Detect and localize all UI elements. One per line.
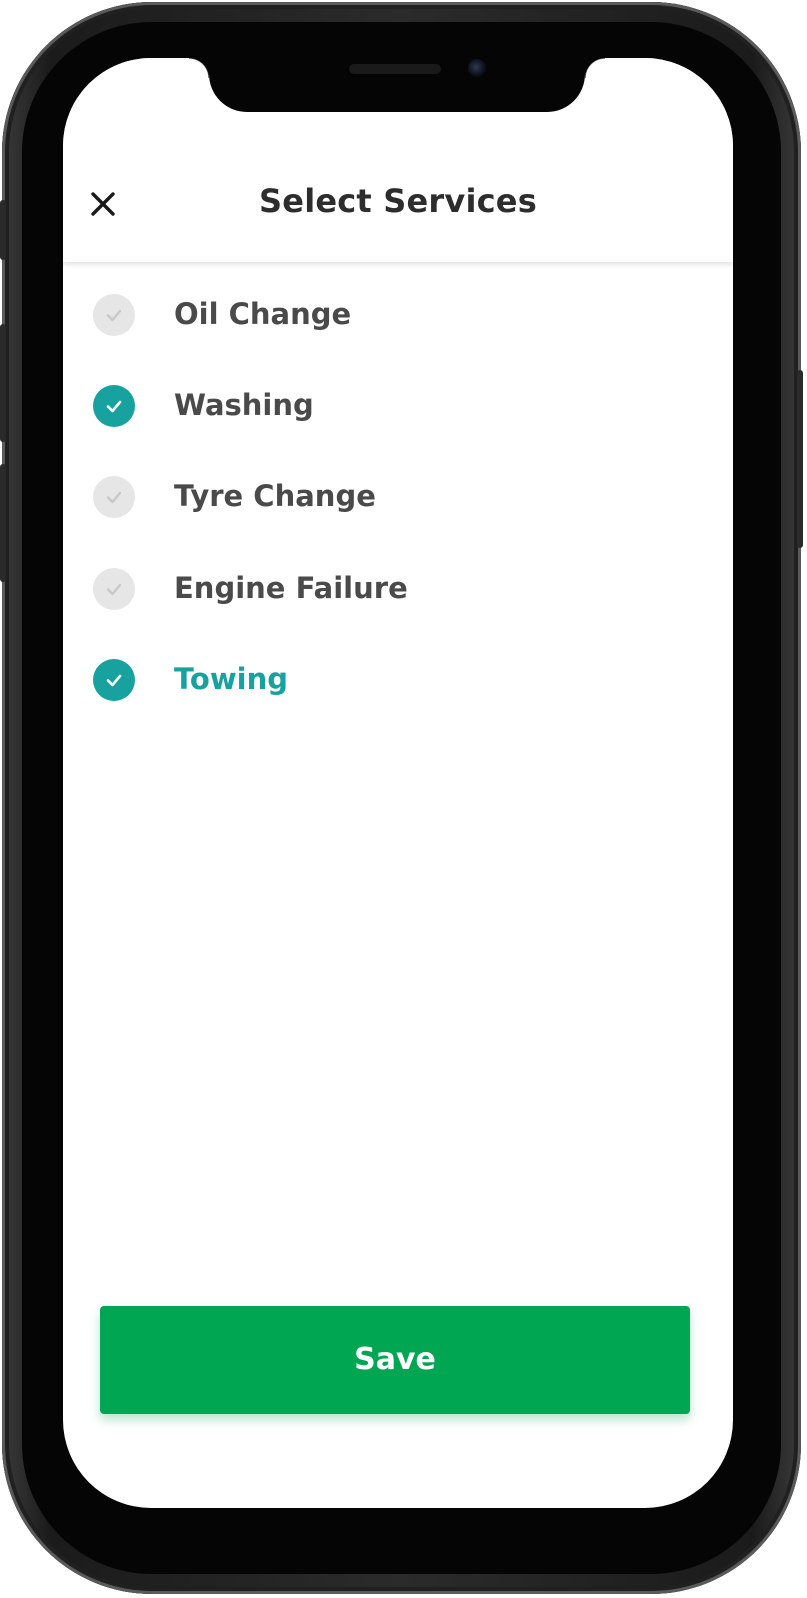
service-item-oil-change[interactable]: Oil Change [63, 284, 733, 344]
front-camera [468, 59, 486, 77]
checkmark-icon[interactable] [93, 659, 135, 701]
service-label: Engine Failure [174, 571, 408, 605]
save-button[interactable]: Save [100, 1306, 690, 1414]
service-label: Towing [174, 662, 288, 696]
service-label: Tyre Change [174, 479, 376, 513]
power-button [797, 370, 803, 548]
service-item-engine-failure[interactable]: Engine Failure [63, 558, 733, 618]
service-label: Oil Change [174, 297, 352, 331]
checkmark-icon[interactable] [93, 476, 135, 518]
checkmark-icon[interactable] [93, 385, 135, 427]
page-title: Select Services [259, 182, 537, 220]
service-label: Washing [174, 388, 314, 422]
volume-up-button [0, 324, 6, 442]
service-item-towing[interactable]: Towing [63, 649, 733, 709]
service-item-tyre-change[interactable]: Tyre Change [63, 466, 733, 526]
speaker-grille [349, 64, 441, 74]
app-screen: Select Services Oil Change Washing Tyre … [63, 58, 733, 1508]
service-item-washing[interactable]: Washing [63, 375, 733, 435]
checkmark-icon[interactable] [93, 294, 135, 336]
volume-down-button [0, 464, 6, 582]
checkmark-icon[interactable] [93, 568, 135, 610]
silent-switch [0, 200, 6, 260]
phone-notch [189, 40, 605, 112]
